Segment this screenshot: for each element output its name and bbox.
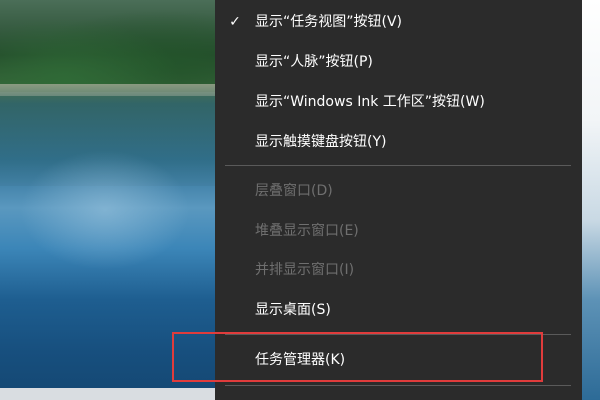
menu-item-side-by-side-windows: 并排显示窗口(I) xyxy=(215,250,582,290)
menu-separator xyxy=(225,334,571,335)
menu-item-show-windows-ink[interactable]: 显示“Windows Ink 工作区”按钮(W) xyxy=(215,82,582,122)
menu-separator xyxy=(225,385,571,386)
menu-item-cascade-windows: 层叠窗口(D) xyxy=(215,171,582,211)
screenshot: ✓ 显示“任务视图”按钮(V) 显示“人脉”按钮(P) 显示“Windows I… xyxy=(0,0,600,400)
menu-item-label: 显示桌面(S) xyxy=(255,302,331,318)
menu-item-show-touch-keyboard[interactable]: 显示触摸键盘按钮(Y) xyxy=(215,122,582,162)
menu-item-label: 并排显示窗口(I) xyxy=(255,262,355,278)
checkmark-icon: ✓ xyxy=(229,14,241,30)
wallpaper-bottom-strip xyxy=(0,388,215,400)
menu-item-label: 堆叠显示窗口(E) xyxy=(255,223,359,239)
taskbar-context-menu: ✓ 显示“任务视图”按钮(V) 显示“人脉”按钮(P) 显示“Windows I… xyxy=(215,0,582,400)
desktop-wallpaper xyxy=(0,0,215,400)
menu-item-show-desktop[interactable]: 显示桌面(S) xyxy=(215,290,582,330)
wallpaper-lake xyxy=(20,150,190,270)
wallpaper-forest xyxy=(0,0,215,92)
menu-separator xyxy=(225,165,571,166)
menu-item-label: 显示“人脉”按钮(P) xyxy=(255,54,373,70)
menu-item-show-task-view[interactable]: ✓ 显示“任务视图”按钮(V) xyxy=(215,2,582,42)
menu-item-task-manager[interactable]: 任务管理器(K) xyxy=(215,340,582,380)
menu-item-label: 显示“任务视图”按钮(V) xyxy=(255,14,403,30)
menu-item-label: 显示“Windows Ink 工作区”按钮(W) xyxy=(255,94,485,110)
menu-item-label: 层叠窗口(D) xyxy=(255,183,333,199)
wallpaper-shore xyxy=(0,84,215,96)
menu-item-label: 显示触摸键盘按钮(Y) xyxy=(255,134,387,150)
menu-item-stack-windows: 堆叠显示窗口(E) xyxy=(215,211,582,251)
desktop-wallpaper-edge xyxy=(582,0,600,400)
menu-item-label: 任务管理器(K) xyxy=(255,352,346,368)
menu-item-show-people[interactable]: 显示“人脉”按钮(P) xyxy=(215,42,582,82)
